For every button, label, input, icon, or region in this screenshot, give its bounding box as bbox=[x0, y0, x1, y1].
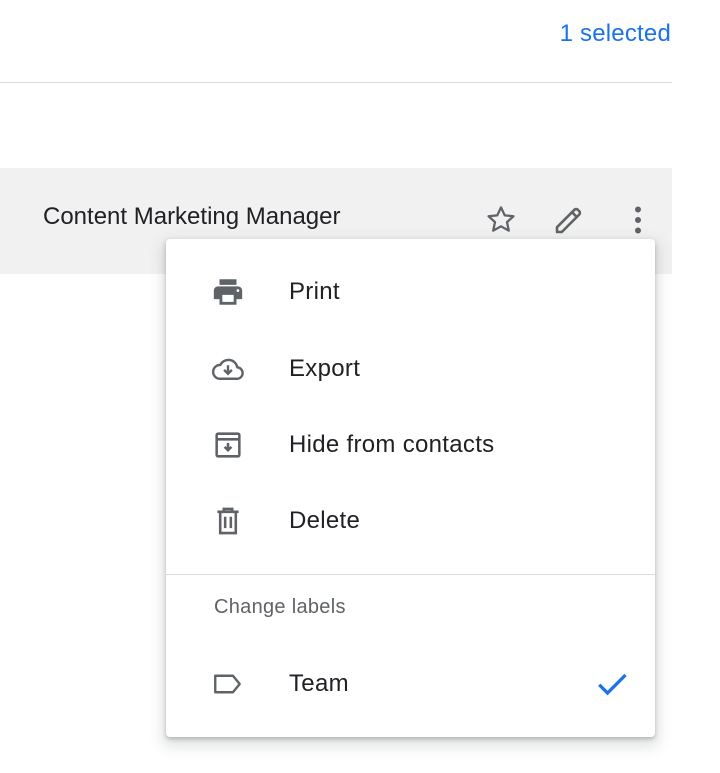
star-button[interactable] bbox=[481, 200, 521, 240]
star-icon bbox=[487, 206, 515, 232]
selected-count: 1 selected bbox=[559, 20, 671, 47]
more-vert-icon bbox=[635, 206, 641, 234]
label-name: Team bbox=[289, 670, 349, 697]
menu-item-hide-from-contacts[interactable]: Hide from contacts bbox=[166, 410, 655, 480]
menu-item-print[interactable]: Print bbox=[166, 257, 655, 327]
menu-item-delete[interactable]: Delete bbox=[166, 486, 655, 556]
menu-item-label: Delete bbox=[289, 507, 361, 534]
pencil-icon bbox=[555, 207, 582, 234]
trash-icon bbox=[210, 503, 246, 539]
cloud-download-icon bbox=[210, 351, 246, 387]
contact-actions-menu: Print Export Hide from contacts Delete C… bbox=[166, 239, 655, 737]
check-icon bbox=[592, 666, 632, 702]
toolbar-divider bbox=[0, 82, 672, 83]
menu-item-export[interactable]: Export bbox=[166, 334, 655, 404]
printer-icon bbox=[210, 274, 246, 310]
menu-divider bbox=[166, 574, 655, 575]
more-options-button[interactable] bbox=[618, 200, 658, 240]
contact-name[interactable]: Content Marketing Manager bbox=[43, 203, 341, 231]
label-icon bbox=[210, 666, 246, 702]
archive-icon bbox=[210, 427, 246, 463]
label-item-team[interactable]: Team bbox=[166, 649, 655, 719]
change-labels-header: Change labels bbox=[214, 596, 346, 618]
menu-item-label: Export bbox=[289, 355, 361, 382]
menu-item-label: Hide from contacts bbox=[289, 431, 495, 458]
edit-button[interactable] bbox=[549, 200, 589, 240]
menu-item-label: Print bbox=[289, 278, 340, 305]
